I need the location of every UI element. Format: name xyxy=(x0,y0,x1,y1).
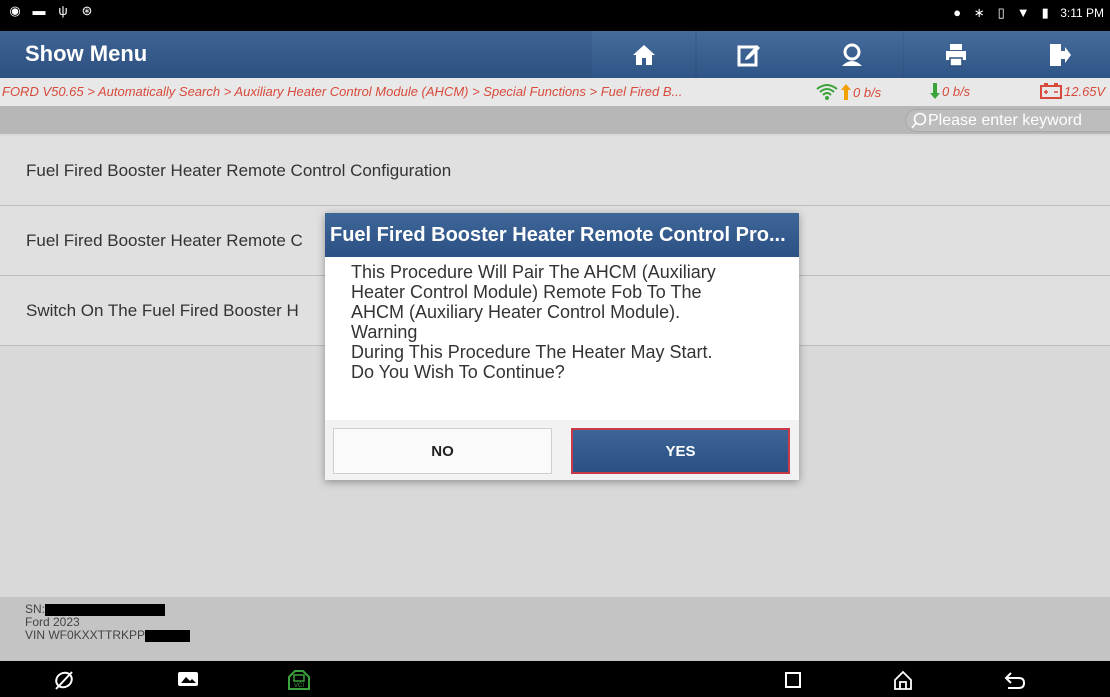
list-item-label: Switch On The Fuel Fired Booster H xyxy=(26,300,299,320)
upload-rate: 0 b/s xyxy=(815,83,881,101)
confirm-dialog: Fuel Fired Booster Heater Remote Control… xyxy=(325,213,799,480)
list-item-label: Fuel Fired Booster Heater Remote Control… xyxy=(26,160,452,180)
voltage-value: 12.65V xyxy=(1064,83,1106,99)
redacted-vin xyxy=(145,629,191,642)
back-icon[interactable] xyxy=(1003,669,1027,691)
wifi-signal-icon xyxy=(816,84,838,100)
dialog-actions: NO YES xyxy=(325,420,799,480)
dialog-line: Do You Wish To Continue? xyxy=(351,362,565,382)
browser-icon[interactable] xyxy=(53,669,75,691)
list-item-label: Fuel Fired Booster Heater Remote C xyxy=(26,230,303,250)
status-bar: ◉ ▬ ψ ⊛ ● ∗ ▯ ▼ ▮ 3:11 PM xyxy=(0,0,1110,31)
exit-button[interactable] xyxy=(1007,31,1110,78)
no-button[interactable]: NO xyxy=(333,428,552,474)
clock: 3:11 PM xyxy=(1060,6,1104,20)
breadcrumb-bar: FORD V50.65 > Automatically Search > Aux… xyxy=(0,78,1110,106)
svg-text:VCI: VCI xyxy=(294,683,304,689)
search-placeholder: Please enter keyword xyxy=(928,111,1082,129)
user-icon xyxy=(841,43,862,66)
download-value: 0 b/s xyxy=(942,83,971,99)
car-battery-icon xyxy=(1040,83,1062,99)
dialog-message: This Procedure Will Pair The AHCM (Auxil… xyxy=(325,257,799,420)
download-rate: 0 b/s xyxy=(930,83,970,99)
dialog-line: This Procedure Will Pair The AHCM (Auxil… xyxy=(351,262,716,282)
dialog-line: During This Procedure The Heater May Sta… xyxy=(351,342,713,362)
exit-icon xyxy=(1049,43,1071,66)
search-input[interactable]: Please enter keyword xyxy=(905,109,1110,132)
vci-icon[interactable]: VCI xyxy=(286,669,312,693)
navigation-bar: VCI xyxy=(0,661,1110,697)
vin-label: VIN WF0KXXTTRKPP xyxy=(25,628,146,642)
battery-voltage: 12.65V xyxy=(1040,83,1105,99)
dialog-line: Heater Control Module) Remote Fob To The xyxy=(351,282,702,302)
yes-button[interactable]: YES xyxy=(571,428,790,474)
list-item[interactable]: Fuel Fired Booster Heater Remote Control… xyxy=(0,136,1110,206)
notification-icon: ◉ xyxy=(9,3,21,18)
dialog-title: Fuel Fired Booster Heater Remote Control… xyxy=(325,213,799,257)
wifi-icon: ▼ xyxy=(1016,5,1030,20)
home-button[interactable] xyxy=(592,31,695,78)
image-notification-icon: ▬ xyxy=(32,3,46,18)
vehicle-model: Ford 2023 xyxy=(25,615,80,629)
sn-label: SN: xyxy=(25,602,46,616)
title-bar: Show Menu xyxy=(0,31,1110,78)
page-title: Show Menu xyxy=(25,41,148,66)
bluetooth-icon: ∗ xyxy=(973,5,985,20)
upload-value: 0 b/s xyxy=(853,84,882,100)
home-icon xyxy=(632,44,655,65)
gallery-icon[interactable] xyxy=(177,669,199,689)
user-button[interactable] xyxy=(800,31,903,78)
search-icon xyxy=(911,112,927,128)
battery-icon: ▮ xyxy=(1041,5,1049,20)
dialog-warning: Warning xyxy=(351,322,418,342)
upload-arrow-icon xyxy=(841,84,851,100)
usb-icon: ψ xyxy=(58,3,68,18)
download-arrow-icon xyxy=(930,83,940,99)
print-icon xyxy=(945,43,966,67)
accessibility-icon: ⊛ xyxy=(81,3,93,18)
dialog-line: AHCM (Auxiliary Heater Control Module). xyxy=(351,302,681,322)
print-button[interactable] xyxy=(904,31,1007,78)
location-icon: ● xyxy=(953,5,962,20)
edit-button[interactable] xyxy=(697,31,800,78)
vehicle-info: SN: Ford 2023 VIN WF0KXXTTRKPP xyxy=(0,597,1110,661)
search-row: Please enter keyword xyxy=(0,106,1110,134)
breadcrumb: FORD V50.65 > Automatically Search > Aux… xyxy=(2,84,683,99)
recent-apps-icon[interactable] xyxy=(784,671,802,689)
vibrate-icon: ▯ xyxy=(997,5,1005,20)
home-nav-icon[interactable] xyxy=(892,669,914,691)
edit-icon xyxy=(737,44,760,66)
